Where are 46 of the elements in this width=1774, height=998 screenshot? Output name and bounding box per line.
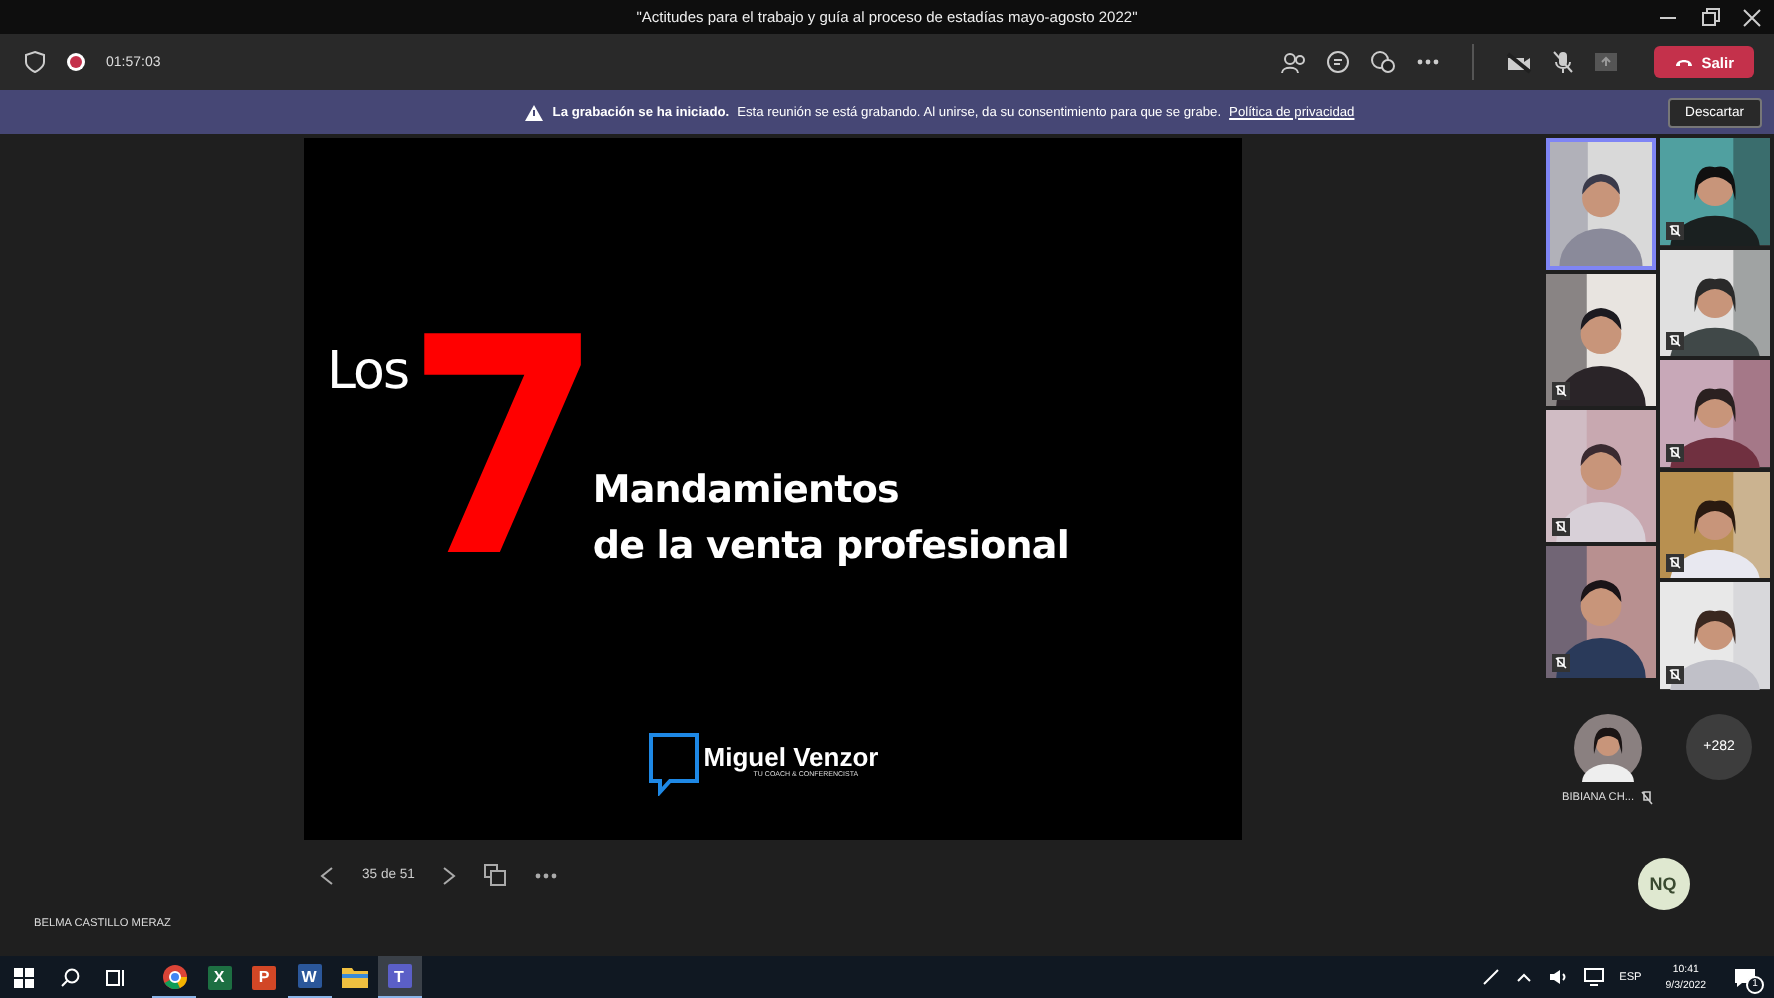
video-tile[interactable]: [1659, 360, 1769, 467]
self-avatar[interactable]: NQ: [1637, 857, 1689, 909]
warning-icon: [524, 103, 545, 121]
people-icon[interactable]: [1279, 51, 1306, 73]
video-tile[interactable]: [1545, 274, 1655, 406]
camera-icon[interactable]: [1505, 51, 1532, 73]
close-icon[interactable]: [1742, 8, 1762, 28]
slides-icon[interactable]: [484, 864, 507, 886]
taskbar-app[interactable]: X: [197, 956, 241, 998]
video-tile[interactable]: [1659, 582, 1769, 689]
search-icon[interactable]: [60, 967, 80, 987]
app-icon: X: [207, 965, 231, 989]
video-tile[interactable]: [1659, 138, 1769, 245]
video-tile[interactable]: [1545, 410, 1655, 542]
video-tile[interactable]: [1545, 138, 1655, 270]
restore-icon[interactable]: [1700, 8, 1720, 28]
chevron-up-icon[interactable]: [1515, 972, 1532, 982]
more-icon[interactable]: [1415, 58, 1440, 66]
folder-icon: [341, 966, 367, 988]
app-icon: P: [252, 965, 276, 989]
previous-icon[interactable]: [320, 865, 334, 885]
reactions-icon[interactable]: [1369, 50, 1396, 74]
taskbar-app[interactable]: P: [242, 956, 286, 998]
chat-icon[interactable]: [1325, 50, 1350, 74]
video-tile[interactable]: [1659, 249, 1769, 356]
next-icon[interactable]: [442, 865, 457, 885]
slide-subheading: de la venta profesional: [592, 522, 1069, 572]
speech-bubble-icon: [647, 732, 700, 796]
share-icon[interactable]: [1593, 52, 1618, 72]
windows-icon[interactable]: [14, 967, 34, 987]
taskbar-app[interactable]: T: [377, 956, 421, 998]
video-tile[interactable]: [1545, 546, 1655, 678]
video-tile[interactable]: [1659, 471, 1769, 578]
app-icon: W: [297, 964, 321, 988]
logo-name: Miguel Venzor: [703, 744, 879, 770]
more-icon[interactable]: [534, 871, 559, 879]
phone-icon: [1673, 56, 1694, 68]
microphone-icon[interactable]: [1551, 50, 1574, 74]
slide-text: Los: [327, 342, 408, 402]
browser-icon: [161, 963, 187, 989]
task-view-icon[interactable]: [106, 967, 126, 987]
shield-icon[interactable]: [24, 50, 46, 74]
speaker-icon[interactable]: [1547, 968, 1568, 986]
app-icon: T: [387, 964, 411, 988]
pen-icon[interactable]: [1481, 968, 1500, 986]
taskbar-app[interactable]: W: [287, 956, 331, 998]
